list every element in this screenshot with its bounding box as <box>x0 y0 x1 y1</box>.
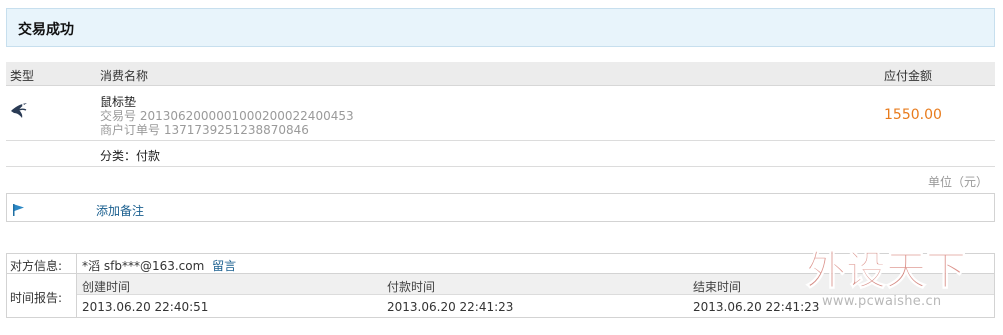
column-header-amount: 应付金额 <box>884 69 933 83</box>
created-time-header: 创建时间 <box>82 280 131 294</box>
column-header-name: 消费名称 <box>100 69 149 83</box>
counterparty-name: *滔 <box>82 259 101 273</box>
paid-time-header: 付款时间 <box>387 280 436 294</box>
memo-bar <box>6 193 995 222</box>
paid-time: 2013.06.20 22:41:23 <box>387 300 514 314</box>
leave-message-link[interactable]: 留言 <box>212 259 236 273</box>
watermark-url: www.pcwaishe.cn <box>822 294 942 309</box>
counterparty-info: *滔 sfb***@163.com 留言 <box>82 257 236 274</box>
counterparty-account: sfb***@163.com <box>103 259 205 273</box>
ended-time-header: 结束时间 <box>693 280 742 294</box>
ended-time: 2013.06.20 22:41:23 <box>693 300 820 314</box>
merchant-order-number: 商户订单号 1371739251238870846 <box>100 121 309 138</box>
row-divider <box>6 140 995 141</box>
merchant-order-value: 1371739251238870846 <box>163 123 309 137</box>
merchant-order-label: 商户订单号 <box>100 123 161 137</box>
row-divider <box>6 166 995 167</box>
counterparty-label: 对方信息: <box>10 259 63 273</box>
table-header <box>6 62 995 86</box>
status-header <box>6 8 995 47</box>
payable-amount: 1550.00 <box>884 107 942 123</box>
flag-icon <box>12 203 26 217</box>
column-header-type: 类型 <box>10 69 35 83</box>
item-category: 分类：付款 <box>100 149 161 163</box>
watermark-logo: 外设天下 <box>804 240 989 300</box>
watermark-text: 外设天下 <box>806 248 966 294</box>
bird-payment-icon <box>8 99 30 121</box>
add-memo-link[interactable]: 添加备注 <box>96 202 144 219</box>
currency-unit: 单位（元） <box>928 175 989 189</box>
created-time: 2013.06.20 22:40:51 <box>82 300 209 314</box>
page-title: 交易成功 <box>18 22 74 38</box>
time-report-label: 时间报告: <box>10 291 63 305</box>
